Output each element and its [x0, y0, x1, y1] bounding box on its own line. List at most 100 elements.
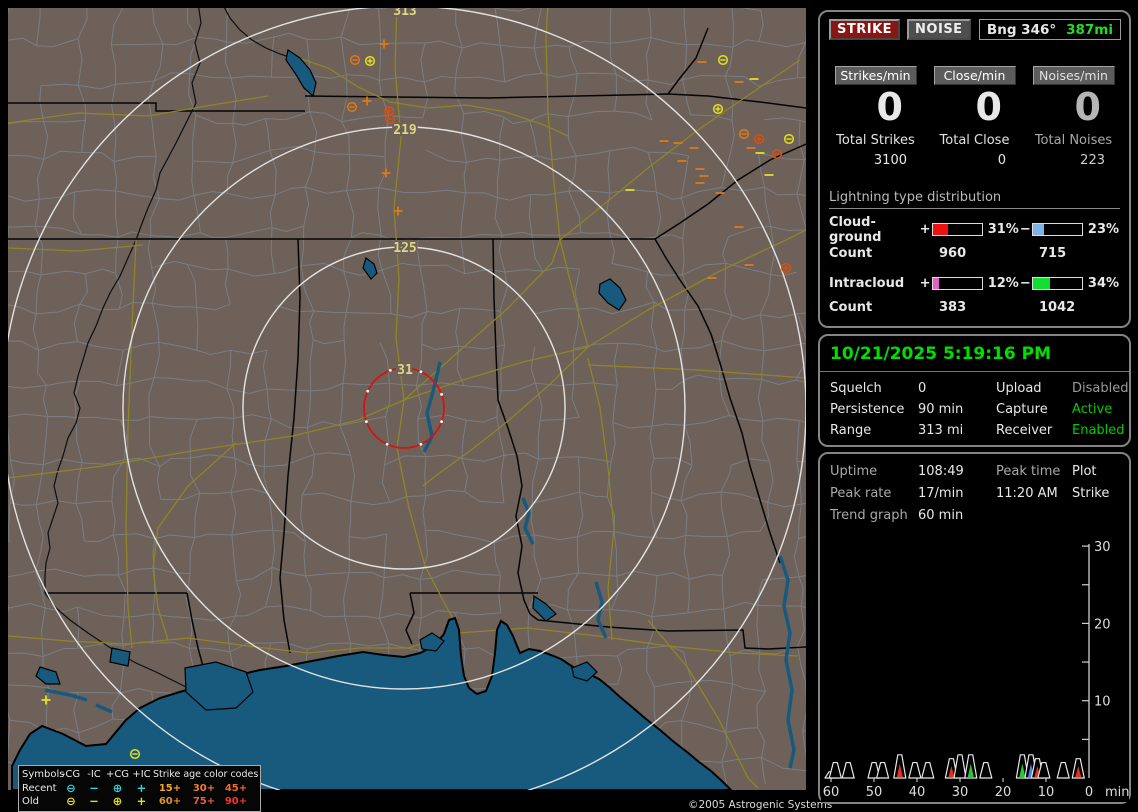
svg-text:40: 40 — [909, 785, 926, 800]
svg-text:313: 313 — [393, 8, 416, 19]
svg-text:min: min — [1105, 785, 1129, 800]
ic-plus-count: 383 — [925, 300, 1031, 315]
total-close-label: Total Close — [925, 133, 1024, 148]
legend-col-ic-minus: -IC — [83, 768, 105, 782]
plus-sign: + — [920, 222, 930, 237]
ic-minus-count: 1042 — [1031, 300, 1075, 315]
ic-plus-bar — [932, 277, 983, 290]
svg-text:20: 20 — [995, 785, 1012, 800]
ic-minus-bar — [1032, 277, 1083, 290]
svg-text:30: 30 — [1094, 540, 1111, 555]
legend-recent-label: Recent — [22, 782, 59, 796]
svg-text:10: 10 — [1094, 695, 1111, 710]
strikes-per-min-column: Strikes/min 0 Total Strikes 3100 — [826, 66, 925, 168]
cg-minus-count: 715 — [1031, 246, 1066, 261]
legend-symbols-header: Symbols — [22, 768, 59, 782]
cg-minus-pct: 23% — [1085, 222, 1120, 237]
trend-graph-value: 60 min — [918, 508, 996, 523]
ic-plus-old-icon: + — [130, 795, 153, 809]
legend-col-cg-minus: -CG — [59, 768, 83, 782]
plot-type-value: Strike — [1072, 486, 1119, 501]
total-noises-label: Total Noises — [1024, 133, 1123, 148]
svg-text:31: 31 — [397, 363, 413, 378]
intracloud-count-row: Count 383 1042 — [829, 295, 1120, 320]
receiver-status: Enabled — [1072, 423, 1128, 438]
copyright-notice: ©2005 Astrogenic Systems — [688, 799, 812, 811]
age-60: 60+ — [153, 795, 187, 809]
svg-text:10: 10 — [1038, 785, 1055, 800]
bearing-label: Bng 346° — [987, 22, 1056, 38]
bearing-display: Bng 346° 387mi — [979, 19, 1121, 40]
lightning-map[interactable]: 31321912531 Symbols -CG -IC +CG +IC Stri… — [8, 8, 806, 808]
svg-text:50: 50 — [866, 785, 883, 800]
age-15: 15+ — [153, 782, 187, 796]
upload-label: Upload — [996, 381, 1072, 396]
range-label: Range — [830, 423, 918, 438]
squelch-label: Squelch — [830, 381, 918, 396]
strikes-per-min-value: 0 — [826, 85, 925, 131]
squelch-value: 0 — [918, 381, 996, 396]
legend-col-cg-plus: +CG — [105, 768, 130, 782]
ic-plus-recent-icon: + — [130, 782, 153, 796]
age-45: 45+ — [221, 782, 251, 796]
minus-sign: − — [1020, 222, 1030, 237]
noises-per-min-column: Noises/min 0 Total Noises 223 — [1024, 66, 1123, 168]
trend-graph: 1020306050403020100min — [821, 538, 1129, 802]
total-strikes-value: 3100 — [826, 153, 925, 168]
intracloud-label: Intracloud — [829, 276, 920, 291]
total-strikes-label: Total Strikes — [826, 133, 925, 148]
total-close-value: 0 — [925, 153, 1024, 168]
map-legend: Symbols -CG -IC +CG +IC Strike age color… — [18, 765, 261, 812]
cg-plus-recent-icon: ⊕ — [105, 782, 130, 796]
panel-status: 10/21/2025 5:19:16 PM Squelch 0 Upload D… — [818, 334, 1131, 447]
count-label: Count — [829, 246, 925, 261]
legend-col-ic-plus: +IC — [130, 768, 153, 782]
intracloud-row: Intracloud + 12% − 34% — [829, 272, 1120, 295]
svg-text:20: 20 — [1094, 617, 1111, 632]
svg-text:125: 125 — [393, 241, 416, 256]
age-30: 30+ — [187, 782, 221, 796]
peak-time-label: Peak time — [996, 464, 1072, 479]
ic-minus-old-icon: − — [83, 795, 105, 809]
close-per-min-label: Close/min — [934, 66, 1016, 85]
cg-plus-pct: 31% — [985, 222, 1020, 237]
ic-minus-recent-icon: − — [83, 782, 105, 796]
cg-minus-bar — [1032, 223, 1083, 236]
range-value: 313 mi — [918, 423, 996, 438]
peak-time-value: 11:20 AM — [996, 486, 1072, 501]
close-per-min-column: Close/min 0 Total Close 0 — [925, 66, 1024, 168]
legend-old-label: Old — [22, 795, 59, 809]
strikes-per-min-label: Strikes/min — [835, 66, 917, 85]
count-label: Count — [829, 300, 925, 315]
svg-text:60: 60 — [823, 785, 840, 800]
ic-minus-pct: 34% — [1085, 276, 1120, 291]
capture-status: Active — [1072, 402, 1128, 417]
bearing-distance: 387mi — [1066, 22, 1113, 38]
ic-plus-pct: 12% — [985, 276, 1020, 291]
plot-mode-value: Plot — [1072, 464, 1119, 479]
legend-recent-row: Recent ⊖ − ⊕ + 15+ 30+ 45+ — [22, 782, 257, 796]
panel-strike-stats: STRIKE NOISE Bng 346° 387mi Strikes/min … — [818, 10, 1131, 328]
noise-toggle-button[interactable]: NOISE — [907, 19, 971, 40]
map-canvas[interactable]: 31321912531 — [8, 8, 806, 808]
uptime-label: Uptime — [830, 464, 918, 479]
cloud-ground-row: Cloud-ground + 31% − 23% — [829, 218, 1120, 241]
minus-sign: − — [1020, 276, 1030, 291]
distribution-title: Lightning type distribution — [829, 190, 1120, 209]
cg-minus-recent-icon: ⊖ — [59, 782, 83, 796]
total-noises-value: 223 — [1024, 153, 1123, 168]
panel-trend: Uptime 108:49 Peak time Plot Peak rate 1… — [818, 452, 1131, 804]
strike-toggle-button[interactable]: STRIKE — [829, 19, 900, 40]
capture-label: Capture — [996, 402, 1072, 417]
receiver-label: Receiver — [996, 423, 1072, 438]
peak-rate-value: 17/min — [918, 486, 996, 501]
age-75: 75+ — [187, 795, 221, 809]
cg-plus-count: 960 — [925, 246, 1031, 261]
cg-minus-old-icon: ⊖ — [59, 795, 83, 809]
legend-header-row: Symbols -CG -IC +CG +IC Strike age color… — [22, 768, 257, 782]
svg-text:30: 30 — [952, 785, 969, 800]
legend-age-title: Strike age color codes — [153, 768, 251, 782]
upload-status: Disabled — [1072, 381, 1128, 396]
close-per-min-value: 0 — [925, 85, 1024, 131]
age-90: 90+ — [221, 795, 251, 809]
